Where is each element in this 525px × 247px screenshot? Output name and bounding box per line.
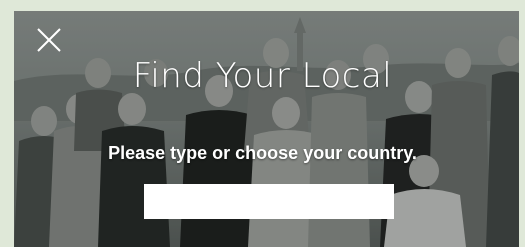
modal-subtitle: Please type or choose your country. (108, 143, 417, 163)
find-local-modal: Find Your Local Please type or choose yo… (14, 11, 519, 247)
close-icon[interactable] (36, 27, 62, 53)
modal-title: Find Your Local (132, 56, 393, 96)
country-input[interactable] (144, 184, 394, 219)
